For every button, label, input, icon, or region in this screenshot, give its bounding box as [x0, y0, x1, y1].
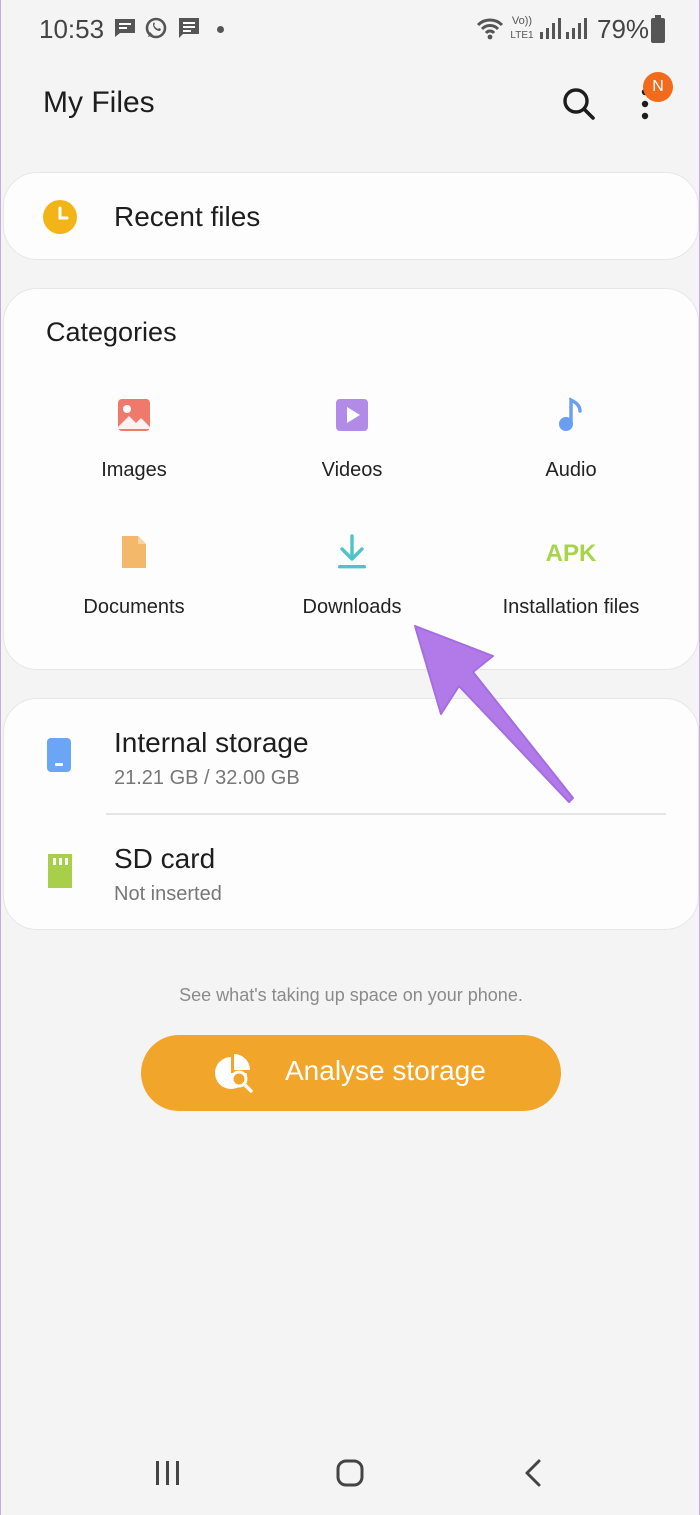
svg-text:Vo)): Vo)) — [512, 15, 532, 27]
search-icon[interactable] — [559, 84, 599, 124]
category-label: Installation files — [502, 596, 640, 618]
audio-icon — [559, 397, 582, 431]
battery-percent: 79% — [597, 14, 650, 44]
category-images[interactable]: Images — [24, 397, 244, 507]
image-icon — [118, 399, 150, 431]
recent-files-card[interactable]: Recent files — [3, 172, 699, 260]
apk-icon: APK — [546, 540, 597, 567]
sd-card-name: SD card — [114, 843, 216, 874]
categories-title: Categories — [46, 317, 177, 347]
annotation-arrow — [414, 625, 574, 803]
category-documents[interactable]: Documents — [24, 534, 244, 644]
category-label: Videos — [321, 459, 383, 481]
page-title: My Files — [43, 86, 155, 119]
home-icon[interactable] — [335, 1458, 365, 1488]
categories-card: Categories Images Videos Audio Documents — [3, 288, 699, 670]
sd-card-item[interactable]: SD card Not inserted — [4, 815, 700, 931]
signal-icon — [540, 18, 561, 39]
download-icon — [338, 534, 366, 569]
analyse-storage-icon — [215, 1054, 253, 1093]
sd-card-status: Not inserted — [114, 883, 222, 905]
signal-icon — [566, 18, 587, 39]
internal-storage-item[interactable]: Internal storage 21.21 GB / 32.00 GB — [4, 699, 700, 813]
analyse-storage-button[interactable]: Analyse storage — [141, 1035, 561, 1111]
back-icon[interactable] — [521, 1458, 545, 1488]
wifi-icon — [476, 18, 504, 40]
message-icon — [115, 19, 135, 37]
phone-icon — [47, 738, 71, 772]
battery-icon — [651, 15, 665, 43]
clock-icon — [43, 200, 77, 234]
status-bar: 10:53 Vo)) LTE1 79% — [1, 0, 700, 62]
category-videos[interactable]: Videos — [242, 397, 462, 507]
storage-hint: See what's taking up space on your phone… — [179, 985, 523, 1005]
svg-text:APK: APK — [546, 540, 597, 567]
document-icon — [122, 536, 146, 568]
recent-files-label: Recent files — [114, 201, 261, 232]
video-icon — [336, 399, 368, 431]
category-label: Documents — [83, 596, 185, 618]
internal-storage-usage: 21.21 GB / 32.00 GB — [114, 767, 300, 789]
notification-dot — [217, 26, 224, 33]
category-label: Audio — [545, 459, 597, 481]
status-time: 10:53 — [39, 14, 105, 44]
whatsapp-icon — [145, 17, 167, 39]
sd-card-icon — [48, 854, 72, 888]
category-label: Downloads — [302, 596, 402, 618]
volte-icon: Vo)) LTE1 — [510, 15, 534, 41]
svg-text:LTE1: LTE1 — [510, 30, 534, 41]
storage-card: Internal storage 21.21 GB / 32.00 GB SD … — [3, 698, 699, 930]
analyse-storage-label: Analyse storage — [285, 1055, 486, 1086]
sms-icon — [179, 18, 199, 38]
category-label: Images — [101, 459, 167, 481]
recent-apps-icon[interactable] — [153, 1458, 183, 1488]
category-audio[interactable]: Audio — [461, 397, 681, 507]
internal-storage-name: Internal storage — [114, 727, 309, 758]
notification-badge: N — [643, 72, 673, 102]
